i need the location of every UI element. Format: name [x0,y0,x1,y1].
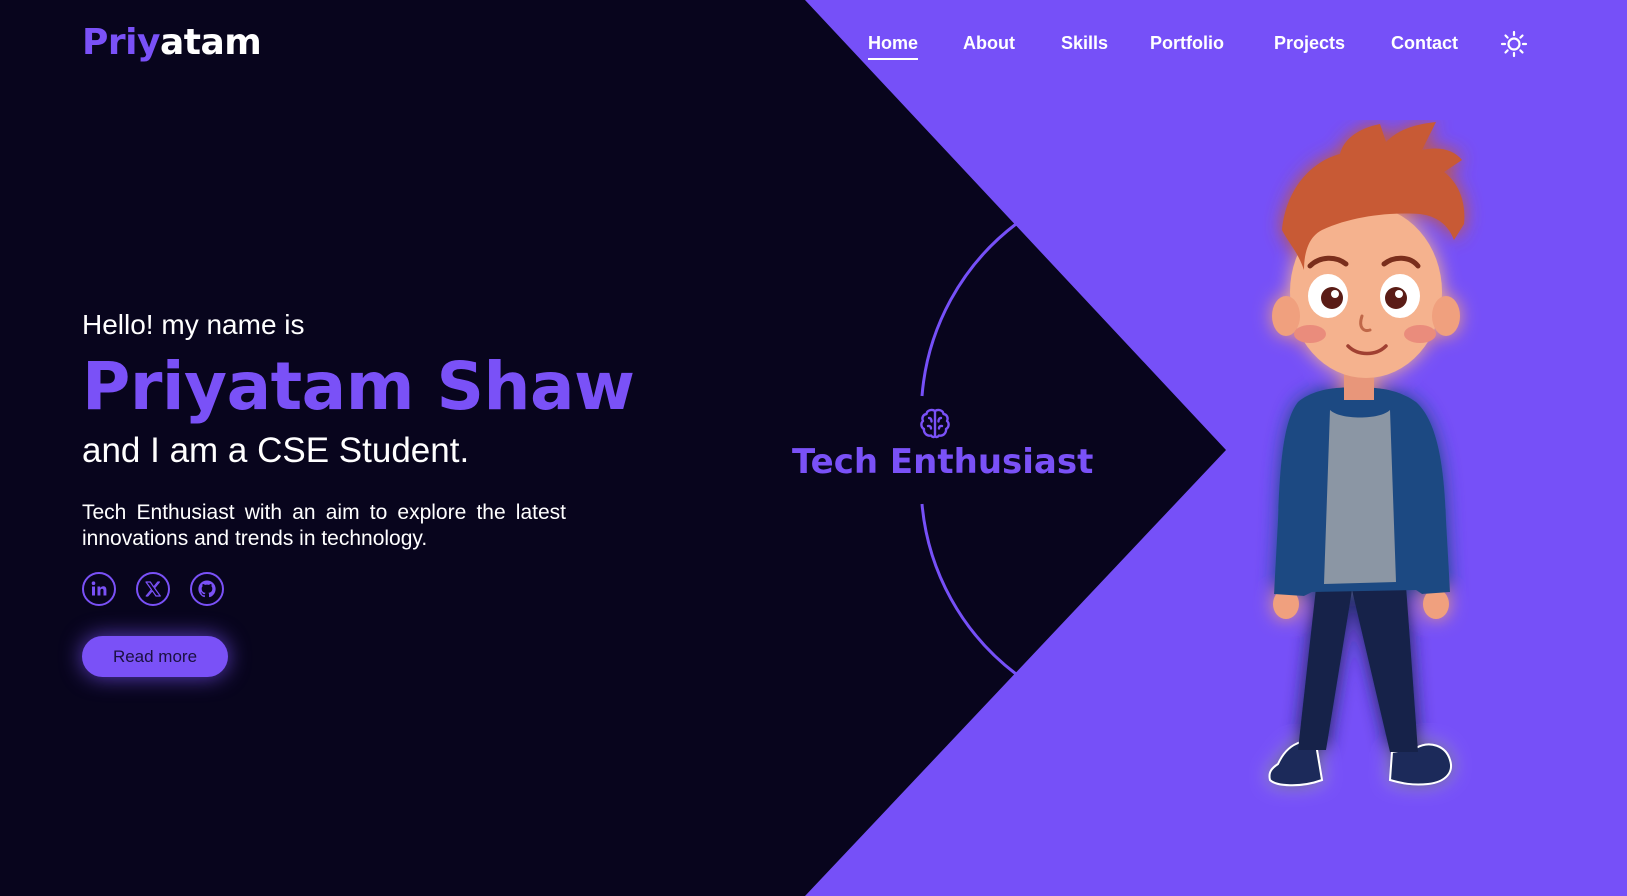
nav-home[interactable]: Home [868,28,919,60]
nav-portfolio[interactable]: Portfolio [1150,28,1224,58]
brain-icon [920,408,950,439]
logo-rest: atam [159,22,262,63]
read-more-button[interactable]: Read more [82,636,228,677]
avatar-illustration [1268,122,1465,787]
nav-contact[interactable]: Contact [1391,28,1458,58]
hero-role: and I am a CSE Student. [82,431,470,470]
github-icon[interactable] [190,572,224,606]
tech-badge: Tech Enthusiast [792,406,1094,482]
tech-enthusiast-label: Tech Enthusiast [792,442,1094,482]
linkedin-icon[interactable] [82,572,116,606]
social-links [82,572,572,606]
site-logo[interactable]: Priyatam [82,20,262,66]
nav-about[interactable]: About [963,28,1015,58]
hero-name: Priyatam Shaw [82,348,635,425]
hero-greeting: Hello! my name is [82,309,305,340]
logo-accent: Priy [82,22,160,63]
sun-icon[interactable] [1500,30,1528,58]
hero-section: Hello! my name is Priyatam Shaw and I am… [82,306,635,677]
nav-skills[interactable]: Skills [1061,28,1108,58]
x-icon[interactable] [136,572,170,606]
hero-description: Tech Enthusiast with an aim to explore t… [82,501,566,550]
nav-projects[interactable]: Projects [1274,28,1345,58]
